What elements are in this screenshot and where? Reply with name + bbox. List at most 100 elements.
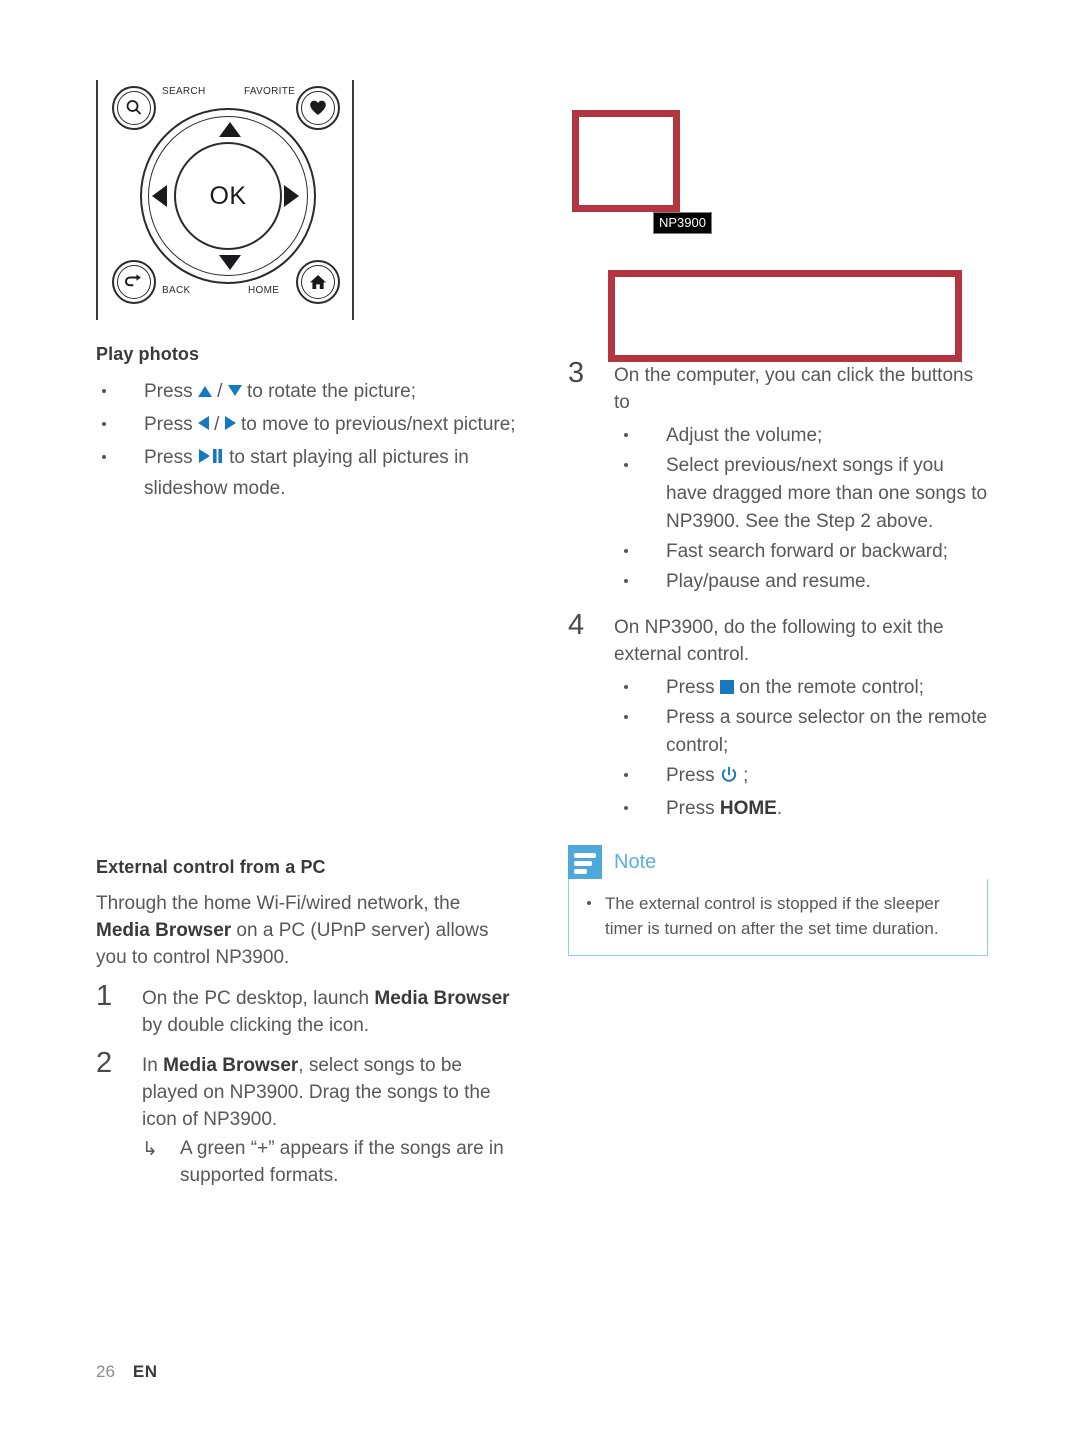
sub-bullet-text-pre: Press bbox=[666, 765, 720, 786]
note-icon bbox=[568, 845, 602, 879]
bullet-dot-icon bbox=[102, 455, 106, 459]
step-item: 2 In Media Browser, select songs to be p… bbox=[96, 1047, 516, 1189]
right-column: NP3900 3 On the computer, you can click … bbox=[568, 100, 988, 956]
step-part-2: by double clicking the icon. bbox=[142, 1015, 370, 1036]
sub-bullet-text-post: on the remote control; bbox=[733, 677, 924, 698]
bullet-text-pre: Press bbox=[144, 414, 198, 435]
step-bold-media-browser: Media Browser bbox=[163, 1055, 299, 1076]
manual-page: OK SEARCH FAVORITE BACK HOME Play photos… bbox=[0, 0, 1080, 1440]
list-item: The external control is stopped if the s… bbox=[583, 891, 973, 941]
bullet-text-pre: Press bbox=[144, 381, 198, 402]
up-triangle-icon bbox=[197, 386, 212, 397]
hook-arrow-icon: ↳ bbox=[142, 1139, 158, 1160]
note-box: Note The external control is stopped if … bbox=[568, 845, 988, 956]
bullet-dot-icon bbox=[624, 773, 628, 777]
step-number: 1 bbox=[96, 980, 113, 1012]
play-photos-bullet-list: Press / to rotate the picture; Press / t… bbox=[96, 377, 516, 504]
note-item-text: The external control is stopped if the s… bbox=[605, 894, 940, 938]
sub-bullet-text: Fast search forward or backward; bbox=[666, 541, 948, 562]
screenshot-annotation-figure: NP3900 bbox=[568, 100, 988, 362]
bullet-dot-icon bbox=[624, 715, 628, 719]
list-item: Press HOME. bbox=[614, 795, 988, 823]
search-button-label: SEARCH bbox=[162, 86, 206, 97]
note-icon-bar bbox=[574, 869, 587, 874]
nav-right-arrow-icon[interactable] bbox=[284, 185, 299, 207]
home-icon bbox=[310, 275, 326, 289]
note-item-list: The external control is stopped if the s… bbox=[583, 891, 973, 941]
intro-bold-media-browser: Media Browser bbox=[96, 920, 232, 941]
bullet-text-mid: / bbox=[211, 381, 228, 402]
bullet-dot-icon bbox=[624, 685, 628, 689]
step-bold-media-browser: Media Browser bbox=[374, 988, 510, 1009]
step-part-1: In bbox=[142, 1055, 164, 1076]
page-number: 26 bbox=[96, 1362, 115, 1381]
list-item: Press / to move to previous/next picture… bbox=[96, 410, 516, 440]
step-text: In Media Browser, select songs to be pla… bbox=[142, 1052, 516, 1133]
bullet-text-post: to rotate the picture; bbox=[241, 381, 416, 402]
list-item: ↳ A green “+” appears if the songs are in… bbox=[142, 1135, 516, 1189]
highlight-box-icon bbox=[572, 110, 680, 212]
figure-divider-right bbox=[352, 80, 354, 320]
external-control-steps: 1 On the PC desktop, launch Media Browse… bbox=[96, 980, 516, 1189]
sub-bullet-text: Press a source selector on the remote co… bbox=[666, 707, 988, 756]
list-item: Play/pause and resume. bbox=[614, 568, 988, 596]
list-item: Press to start playing all pictures in s… bbox=[96, 443, 516, 504]
note-header: Note bbox=[568, 845, 988, 879]
favorite-button-label: FAVORITE bbox=[244, 86, 296, 97]
page-footer: 26 EN bbox=[96, 1362, 158, 1382]
sub-bullet-text-post: . bbox=[776, 798, 783, 819]
search-icon bbox=[126, 100, 142, 115]
sub-bullet-text: Select previous/next songs if you have d… bbox=[666, 455, 988, 532]
bullet-dot-icon bbox=[102, 422, 106, 426]
bullet-text-pre: Press bbox=[144, 447, 198, 468]
step-item: 1 On the PC desktop, launch Media Browse… bbox=[96, 980, 516, 1039]
step-number: 4 bbox=[568, 609, 585, 641]
nav-down-arrow-icon[interactable] bbox=[219, 255, 241, 270]
step-result-list: ↳ A green “+” appears if the songs are in… bbox=[142, 1135, 516, 1189]
sub-bullet-text: Adjust the volume; bbox=[666, 425, 823, 446]
sub-bullet-text-pre: Press bbox=[666, 677, 720, 698]
step-sub-bullet-list: Press on the remote control; Press a sou… bbox=[614, 674, 988, 823]
note-title: Note bbox=[614, 850, 657, 873]
note-icon-bar bbox=[574, 861, 592, 866]
bullet-dot-icon bbox=[624, 463, 628, 467]
bullet-dot-icon bbox=[624, 549, 628, 553]
home-button[interactable] bbox=[296, 260, 340, 304]
back-button[interactable] bbox=[112, 260, 156, 304]
sub-bullet-text: Play/pause and resume. bbox=[666, 571, 871, 592]
external-control-intro: Through the home Wi-Fi/wired network, th… bbox=[96, 890, 516, 971]
nav-up-arrow-icon[interactable] bbox=[219, 122, 241, 137]
list-item: Press / to rotate the picture; bbox=[96, 377, 516, 407]
bullet-dot-icon bbox=[624, 433, 628, 437]
step-number: 3 bbox=[568, 357, 585, 389]
search-button[interactable] bbox=[112, 86, 156, 130]
ok-button[interactable]: OK bbox=[174, 142, 282, 250]
list-item: Press ; bbox=[614, 762, 988, 793]
list-item: Select previous/next songs if you have d… bbox=[614, 452, 988, 536]
play-pause-icon bbox=[198, 444, 224, 474]
bullet-text-mid: / bbox=[208, 414, 225, 435]
heart-icon bbox=[310, 100, 326, 115]
step-sub-bullet-list: Adjust the volume; Select previous/next … bbox=[614, 422, 988, 596]
home-button-label: HOME bbox=[248, 285, 280, 296]
remote-control-figure: OK SEARCH FAVORITE BACK HOME bbox=[96, 72, 356, 332]
back-arrow-icon bbox=[124, 274, 141, 287]
step-part-1: On the PC desktop, launch bbox=[142, 988, 375, 1009]
favorite-button[interactable] bbox=[296, 86, 340, 130]
step-number: 2 bbox=[96, 1047, 113, 1079]
bullet-dot-icon bbox=[624, 806, 628, 810]
list-item: Fast search forward or backward; bbox=[614, 538, 988, 566]
bullet-text-post: to move to previous/next picture; bbox=[235, 414, 516, 435]
note-icon-bar bbox=[574, 853, 596, 858]
right-triangle-icon bbox=[224, 416, 236, 430]
nav-left-arrow-icon[interactable] bbox=[152, 185, 167, 207]
home-key-label: HOME bbox=[719, 798, 777, 819]
play-photos-heading: Play photos bbox=[96, 344, 200, 364]
back-button-label: BACK bbox=[162, 285, 191, 296]
np3900-tooltip-label: NP3900 bbox=[653, 212, 712, 234]
hook-item-text: A green “+” appears if the songs are in … bbox=[180, 1138, 504, 1186]
list-item: Press a source selector on the remote co… bbox=[614, 704, 988, 760]
figure-divider-left bbox=[96, 80, 98, 320]
bullet-dot-icon bbox=[624, 579, 628, 583]
left-triangle-icon bbox=[197, 416, 209, 430]
